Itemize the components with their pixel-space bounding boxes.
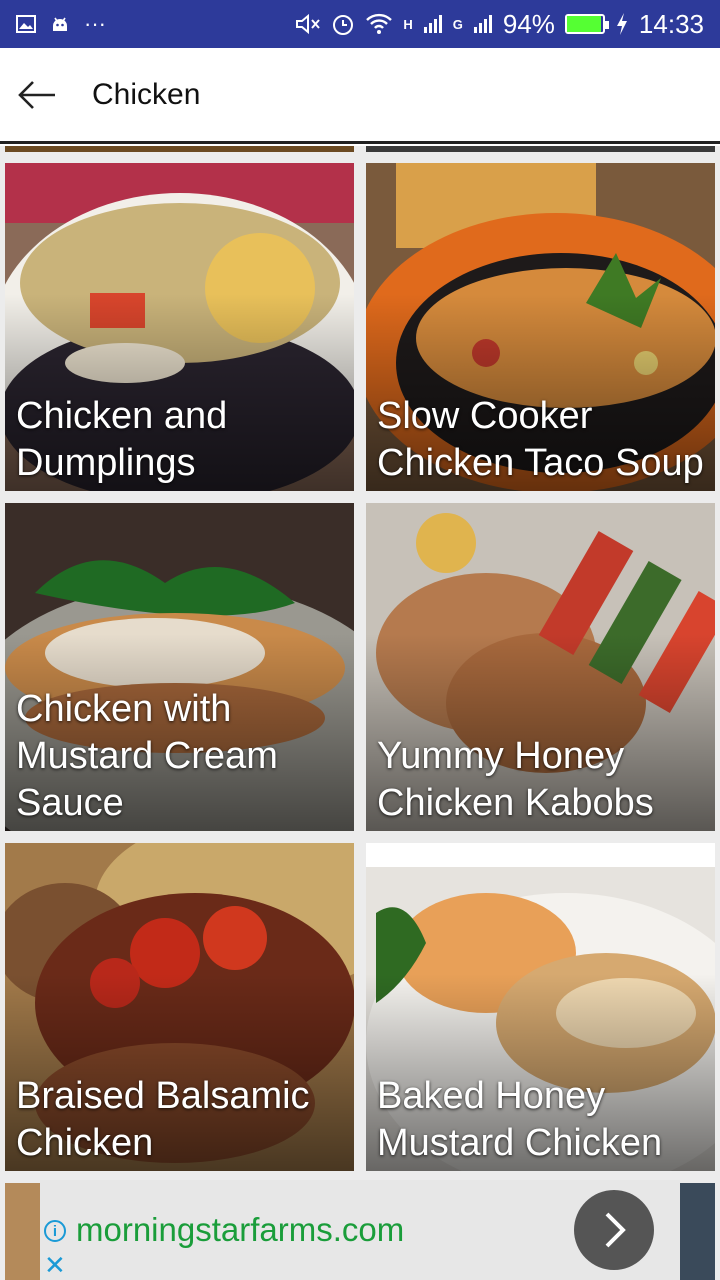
battery-icon	[564, 14, 609, 34]
alarm-icon	[333, 15, 354, 35]
image-icon	[16, 15, 36, 33]
signal-icon-2	[473, 15, 492, 33]
recipe-grid[interactable]: Chicken and Dumplings Slow Cooker Chicke…	[0, 146, 720, 1280]
back-arrow-icon	[18, 80, 55, 109]
signal-h-label: H	[403, 16, 413, 32]
recipe-title: Chicken and Dumplings	[16, 395, 228, 484]
app-bar: Chicken	[0, 48, 720, 144]
ad-go-button[interactable]	[574, 1190, 654, 1270]
charging-icon	[616, 13, 627, 35]
ad-info-icon[interactable]: i	[44, 1220, 66, 1242]
page-title: Chicken	[92, 77, 201, 111]
recipe-card[interactable]: Yummy Honey Chicken Kabobs	[366, 503, 715, 831]
status-bar: ··· H G 94% 14:33	[0, 0, 720, 48]
recipe-card[interactable]: Chicken and Dumplings	[5, 163, 354, 491]
recipe-card[interactable]: Chicken with Mustard Cream Sauce	[5, 503, 354, 831]
recipe-card[interactable]: Braised Balsamic Chicken	[5, 843, 354, 1171]
more-dots-icon: ···	[84, 11, 106, 36]
ad-close-icon[interactable]: ✕	[44, 1252, 66, 1278]
recipe-title: Chicken with Mustard Cream Sauce	[16, 688, 278, 824]
recipe-title: Baked Honey Mustard Chicken	[377, 1075, 663, 1164]
ad-banner[interactable]: i ✕ morningstarfarms.com	[40, 1180, 680, 1280]
battery-percent: 94%	[502, 8, 555, 39]
recipe-card[interactable]: Baked Honey Mustard Chicken	[366, 843, 715, 1171]
clock: 14:33	[638, 8, 704, 39]
mute-icon	[296, 13, 321, 35]
wifi-icon	[366, 13, 393, 34]
partial-card-top-right	[366, 146, 715, 152]
recipe-title: Slow Cooker Chicken Taco Soup	[377, 395, 704, 484]
ad-url[interactable]: morningstarfarms.com	[76, 1211, 404, 1249]
signal-icon	[423, 15, 442, 33]
signal-g-label: G	[452, 16, 463, 32]
recipe-title: Yummy Honey Chicken Kabobs	[377, 735, 654, 824]
recipe-title: Braised Balsamic Chicken	[16, 1075, 310, 1164]
android-icon	[53, 17, 67, 31]
chevron-right-icon	[605, 1212, 626, 1248]
recipe-card[interactable]: Slow Cooker Chicken Taco Soup	[366, 163, 715, 491]
back-button[interactable]	[2, 60, 72, 130]
partial-card-top-left	[5, 146, 354, 152]
